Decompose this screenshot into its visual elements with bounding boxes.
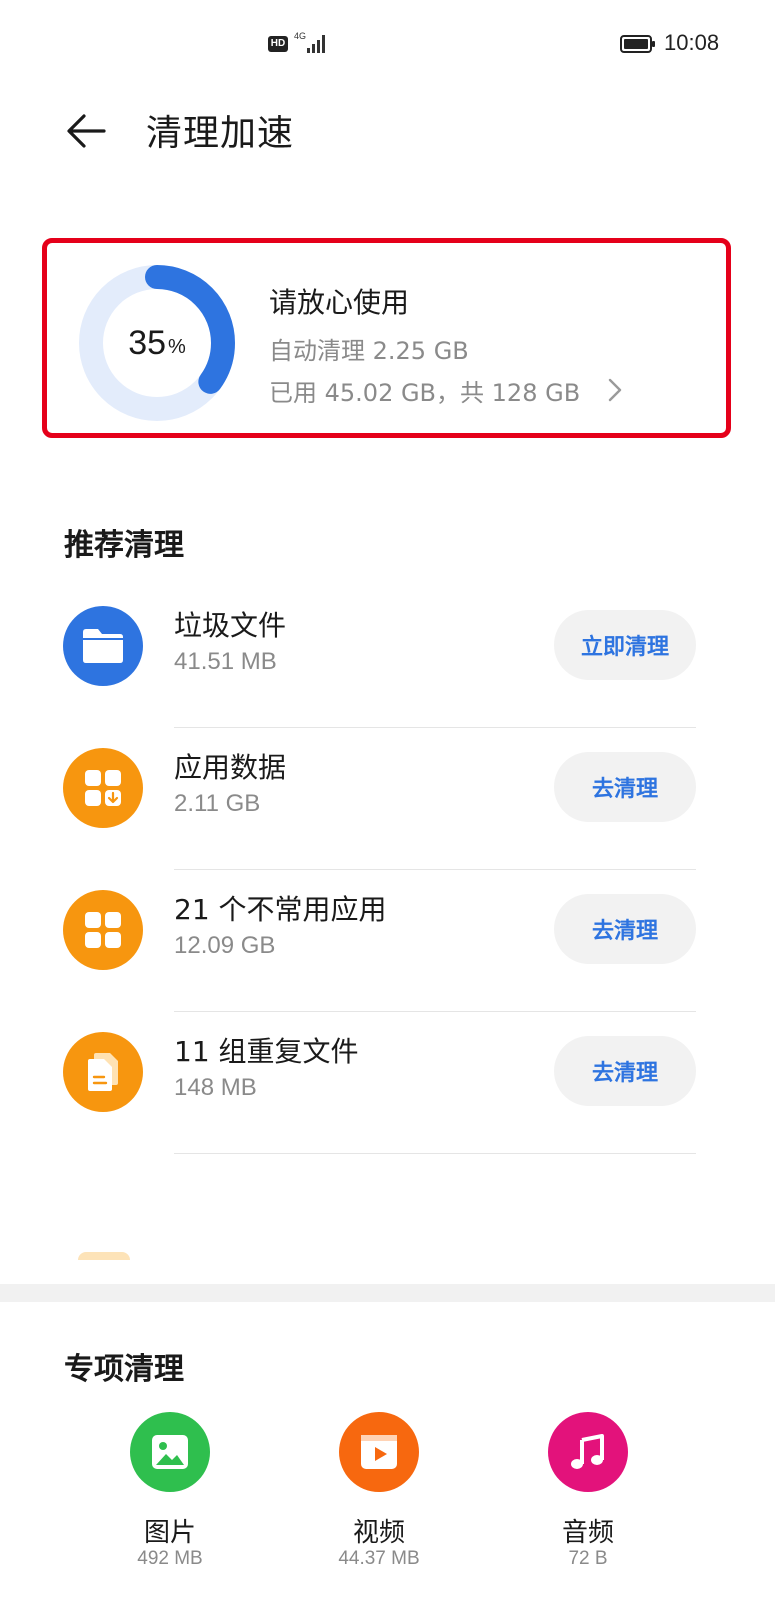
image-icon [130, 1412, 210, 1492]
rec-item-junk-files: 垃圾文件 41.51 MB 立即清理 [0, 586, 775, 728]
storage-usage-text: 已用 45.02 GB，共 128 GB [269, 379, 581, 407]
rec-item-unused-apps: 21 个不常用应用 12.09 GB 去清理 [0, 870, 775, 1012]
hd-badge: HD [268, 36, 288, 52]
rec-item-name: 21 个不常用应用 [174, 893, 387, 926]
status-bar: HD 4G 10:08 [0, 0, 775, 90]
storage-summary-card[interactable]: 35 % 请放心使用 自动清理 2.25 GB 已用 45.02 GB，共 12… [42, 238, 731, 438]
special-item-audio[interactable]: 音频 72 B [508, 1412, 668, 1600]
rec-item-duplicate-files: 11 组重复文件 148 MB 去清理 [0, 1012, 775, 1154]
duplicate-files-icon [63, 1032, 143, 1112]
recommended-section-title: 推荐清理 [64, 528, 184, 563]
rec-item-size: 12.09 GB [174, 932, 276, 959]
clean-button[interactable]: 去清理 [554, 1036, 696, 1106]
rec-item-name: 11 组重复文件 [174, 1035, 359, 1068]
signal-icon [307, 35, 325, 53]
divider [174, 1153, 696, 1154]
battery-icon [620, 35, 655, 53]
clean-button[interactable]: 去清理 [554, 752, 696, 822]
rec-item-name: 垃圾文件 [174, 609, 287, 642]
special-item-videos[interactable]: 视频 44.37 MB [299, 1412, 459, 1600]
storage-usage-ring [79, 265, 235, 421]
clean-button[interactable]: 去清理 [554, 894, 696, 964]
special-item-images[interactable]: 图片 492 MB [90, 1412, 250, 1600]
storage-status: 请放心使用 [269, 286, 410, 319]
chevron-right-icon [608, 378, 622, 402]
clock: 10:08 [664, 30, 720, 55]
special-item-size: 44.37 MB [338, 1548, 420, 1569]
apps-grid-icon [63, 890, 143, 970]
special-item-name: 视频 [352, 1518, 405, 1548]
back-arrow-icon[interactable] [64, 108, 110, 154]
app-data-icon [63, 748, 143, 828]
auto-clean-info: 自动清理 2.25 GB [269, 337, 469, 365]
special-item-name: 图片 [143, 1518, 196, 1548]
rec-item-size: 148 MB [174, 1074, 257, 1101]
network-type: 4G [294, 31, 307, 41]
rec-item-app-data: 应用数据 2.11 GB 去清理 [0, 728, 775, 870]
special-section-title: 专项清理 [64, 1352, 184, 1387]
special-item-size: 492 MB [137, 1548, 203, 1569]
special-item-name: 音频 [561, 1518, 614, 1548]
rec-item-name: 应用数据 [174, 751, 287, 784]
music-icon [548, 1412, 628, 1492]
clean-now-button[interactable]: 立即清理 [554, 610, 696, 680]
partial-list-icon [78, 1252, 130, 1260]
rec-item-size: 2.11 GB [174, 790, 261, 817]
rec-item-size: 41.51 MB [174, 648, 277, 675]
section-separator [0, 1284, 775, 1302]
folder-icon [63, 606, 143, 686]
page-title: 清理加速 [146, 113, 295, 154]
video-icon [339, 1412, 419, 1492]
special-item-size: 72 B [568, 1548, 608, 1569]
